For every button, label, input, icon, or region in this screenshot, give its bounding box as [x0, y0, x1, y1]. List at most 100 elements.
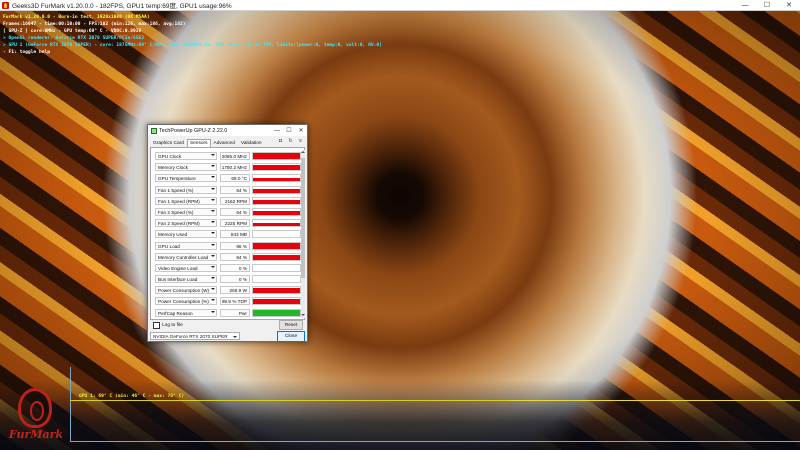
sensor-graph	[252, 219, 301, 228]
sensor-row: Video Engine Load 0 %	[154, 263, 301, 274]
sensor-list: GPU Clock 2085.0 MHz Memory Clock 1750.2 MH…	[154, 151, 301, 319]
chevron-down-icon[interactable]	[211, 299, 216, 303]
sensor-row: PerfCap Reason Pwr	[154, 308, 301, 319]
furmark-window-title: Geeks3D FurMark v1.20.0.0 - 182FPS, GPU1…	[12, 3, 232, 10]
temperature-graph-label: GPU 1: 69° C (min: 46° C - max: 70° C)	[79, 394, 185, 399]
sensor-label[interactable]: Video Engine Load	[155, 263, 217, 272]
gpuz-tab-bar: Graphics Card Sensors Advanced Validatio…	[150, 139, 265, 148]
sensor-row: GPU Temperature 69.0 °C	[154, 173, 301, 184]
reset-button[interactable]: Reset	[279, 320, 303, 330]
chevron-down-icon[interactable]	[211, 176, 216, 180]
sensor-value: Pwr	[220, 308, 250, 317]
overlay-line-version: FurMark v1.20.0.0 - Burn-in test, 1920x1…	[3, 15, 150, 20]
sensor-value: 2085.0 MHz	[220, 152, 250, 160]
sensor-value: 1750.2 MHz	[220, 163, 250, 172]
chevron-down-icon[interactable]	[211, 154, 216, 158]
sensor-label[interactable]: Fan 2 Speed (RPM)	[155, 219, 217, 228]
gpu-select-dropdown[interactable]: NVIDIA GeForce RTX 2070 SUPER	[150, 332, 240, 340]
sensor-graph-fill	[253, 254, 300, 260]
maximize-button[interactable]: ☐	[756, 0, 778, 11]
gpuz-titlebar: TechPowerUp GPU-Z 2.22.0 — ☐ ✕	[148, 125, 307, 136]
sensor-label[interactable]: GPU Temperature	[155, 174, 217, 183]
chevron-down-icon[interactable]	[211, 209, 216, 214]
sensor-value: 96 %	[220, 241, 250, 250]
sensor-value: 265.9 W	[220, 286, 250, 295]
overlay-line-frames: Frames:16947 - time:00:10:00 - FPS:182 (…	[3, 22, 186, 27]
sensor-row: Fan 1 Speed (RPM) 2162 RPM	[154, 196, 301, 207]
scroll-up-icon[interactable]	[301, 150, 305, 155]
graph-x-axis	[70, 441, 800, 442]
sensor-label[interactable]: Fan 2 Speed (%)	[155, 207, 217, 216]
sensor-graph	[252, 286, 301, 295]
sensor-value: 54 %	[220, 185, 250, 194]
sensor-graph-fill	[253, 242, 300, 249]
chevron-down-icon	[233, 336, 237, 338]
chevron-down-icon[interactable]	[211, 198, 216, 203]
sensor-label[interactable]: Memory Controller Load	[155, 252, 217, 261]
sensor-value: 0 %	[220, 275, 250, 284]
log-to-file-label: Log to file	[162, 323, 183, 328]
close-button[interactable]: ✕	[778, 0, 800, 11]
log-to-file-checkbox[interactable]	[153, 322, 160, 329]
sensor-graph	[252, 308, 301, 317]
close-dialog-button[interactable]: Close	[277, 331, 305, 342]
sensor-graph-fill	[253, 309, 300, 316]
sensor-row: Fan 2 Speed (RPM) 2225 RPM	[154, 218, 301, 229]
sensor-label[interactable]: Memory Clock	[155, 163, 217, 172]
scroll-down-icon[interactable]	[301, 313, 305, 318]
sensor-graph	[252, 241, 301, 250]
sensor-row: GPU Clock 2085.0 MHz	[154, 151, 301, 162]
refresh-icon[interactable]: ↻	[287, 138, 294, 145]
minimize-button[interactable]: —	[734, 0, 756, 11]
chevron-down-icon[interactable]	[211, 310, 216, 315]
sensor-label[interactable]: Fan 1 Speed (%)	[155, 185, 217, 194]
sensor-row: Memory Controller Load 84 %	[154, 252, 301, 263]
chevron-down-icon[interactable]	[211, 187, 216, 192]
sensor-graph	[252, 163, 301, 172]
log-to-file-control[interactable]: Log to file	[153, 322, 183, 329]
sensor-graph-fill	[253, 153, 300, 159]
chevron-down-icon[interactable]	[211, 288, 216, 292]
chevron-down-icon[interactable]	[211, 254, 216, 259]
chevron-down-icon[interactable]	[211, 265, 216, 270]
sensor-scrollbar[interactable]	[301, 150, 305, 318]
sensor-label[interactable]: Power Consumption (W)	[155, 286, 217, 295]
sensor-label[interactable]: Bus Interface Load	[155, 275, 217, 284]
sensor-graph-fill	[253, 200, 300, 204]
sensor-label[interactable]: Fan 1 Speed (RPM)	[155, 196, 217, 205]
overlay-line-gpuz: [ GPU-Z ] core:0MHz - GPU temp:69° C - V…	[3, 29, 142, 34]
chevron-down-icon[interactable]	[211, 232, 216, 236]
furmark-logo: FurMark	[5, 388, 67, 446]
chevron-down-icon[interactable]	[211, 277, 216, 281]
sensor-label[interactable]: Memory Used	[155, 230, 217, 239]
menu-icon[interactable]: ≡	[297, 138, 304, 145]
sensor-graph-fill	[253, 211, 300, 215]
sensor-label[interactable]: PerfCap Reason	[155, 308, 217, 317]
gpuz-toolbar: ◘ ↻ ≡	[277, 138, 304, 145]
overlay-line-help: - F1: toggle help	[3, 50, 51, 55]
scroll-thumb[interactable]	[301, 158, 305, 278]
gpuz-minimize-button[interactable]: —	[271, 128, 283, 134]
chevron-down-icon[interactable]	[211, 221, 216, 225]
sensor-row: Bus Interface Load 0 %	[154, 274, 301, 285]
gpuz-close-button[interactable]: ✕	[295, 127, 307, 134]
camera-icon[interactable]: ◘	[277, 138, 284, 145]
sensor-graph	[252, 185, 301, 194]
sensor-graph	[252, 263, 301, 272]
sensor-label[interactable]: GPU Clock	[155, 152, 217, 160]
sensor-value: 2162 RPM	[220, 196, 250, 205]
sensor-graph	[252, 207, 301, 216]
gpuz-window: TechPowerUp GPU-Z 2.22.0 — ☐ ✕ Graphics …	[147, 124, 308, 342]
sensor-label[interactable]: GPU Load	[155, 241, 217, 250]
sensor-graph	[252, 297, 301, 306]
overlay-line-renderer: > OpenGL renderer: GeForce RTX 2070 SUPE…	[3, 36, 145, 41]
sensor-value: 84 %	[220, 252, 250, 261]
sensor-row: Power Consumption (W) 265.9 W	[154, 285, 301, 296]
sensor-label[interactable]: Power Consumption (%)	[155, 297, 217, 306]
graph-y-axis	[70, 367, 71, 442]
sensor-graph	[252, 196, 301, 205]
chevron-down-icon[interactable]	[211, 243, 216, 248]
chevron-down-icon[interactable]	[211, 165, 216, 169]
temperature-line	[70, 400, 510, 401]
gpuz-maximize-button[interactable]: ☐	[283, 127, 295, 134]
